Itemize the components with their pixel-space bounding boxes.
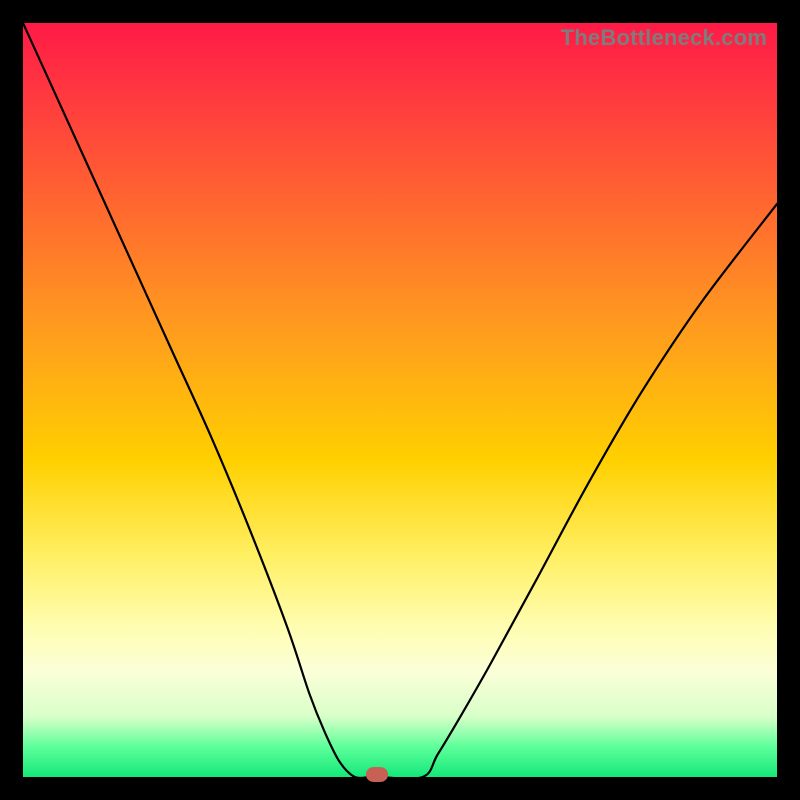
chart-frame: TheBottleneck.com bbox=[0, 0, 800, 800]
bottleneck-curve bbox=[23, 23, 777, 777]
optimal-point-marker bbox=[366, 767, 388, 782]
plot-area: TheBottleneck.com bbox=[23, 23, 777, 777]
